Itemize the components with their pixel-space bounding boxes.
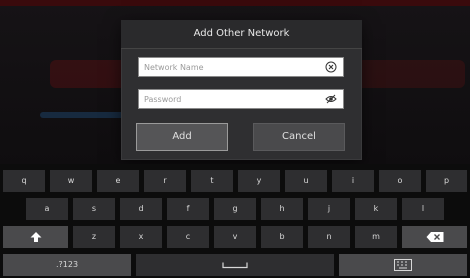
key-p[interactable]: p bbox=[426, 170, 467, 192]
add-network-dialog: Add Other Network Add Cancel bbox=[121, 20, 362, 160]
key-a[interactable]: a bbox=[26, 198, 68, 220]
key-b[interactable]: b bbox=[261, 226, 303, 248]
key-z[interactable]: z bbox=[73, 226, 115, 248]
eye-icon[interactable] bbox=[325, 93, 337, 105]
cancel-button[interactable]: Cancel bbox=[253, 123, 345, 151]
add-button[interactable]: Add bbox=[136, 123, 228, 151]
close-circle-icon[interactable] bbox=[325, 61, 337, 73]
space-key[interactable] bbox=[136, 254, 334, 276]
shift-key[interactable] bbox=[3, 226, 68, 248]
password-input[interactable] bbox=[144, 90, 314, 108]
shift-arrow-icon bbox=[30, 232, 41, 242]
key-d[interactable]: d bbox=[120, 198, 162, 220]
background-tab-right bbox=[355, 60, 465, 88]
key-l[interactable]: l bbox=[402, 198, 444, 220]
key-u[interactable]: u bbox=[285, 170, 327, 192]
password-field[interactable] bbox=[138, 89, 344, 109]
dialog-title: Add Other Network bbox=[121, 20, 362, 49]
key-q[interactable]: q bbox=[3, 170, 45, 192]
key-c[interactable]: c bbox=[167, 226, 209, 248]
key-k[interactable]: k bbox=[355, 198, 397, 220]
on-screen-keyboard: q w e r t y u i o p a s d f g h j k l z … bbox=[0, 164, 470, 278]
key-f[interactable]: f bbox=[167, 198, 209, 220]
key-t[interactable]: t bbox=[191, 170, 233, 192]
key-j[interactable]: j bbox=[308, 198, 350, 220]
key-o[interactable]: o bbox=[379, 170, 421, 192]
key-h[interactable]: h bbox=[261, 198, 303, 220]
key-e[interactable]: e bbox=[97, 170, 139, 192]
key-i[interactable]: i bbox=[332, 170, 374, 192]
keyboard-icon bbox=[394, 259, 412, 271]
background-header-bar bbox=[0, 0, 470, 6]
key-x[interactable]: x bbox=[120, 226, 162, 248]
network-name-field[interactable] bbox=[138, 57, 344, 77]
key-n[interactable]: n bbox=[308, 226, 350, 248]
hide-keyboard-key[interactable] bbox=[339, 254, 467, 276]
key-m[interactable]: m bbox=[355, 226, 397, 248]
key-s[interactable]: s bbox=[73, 198, 115, 220]
symbols-key[interactable]: .?123 bbox=[3, 254, 131, 276]
key-y[interactable]: y bbox=[238, 170, 280, 192]
key-g[interactable]: g bbox=[214, 198, 256, 220]
network-name-input[interactable] bbox=[144, 58, 314, 76]
backspace-icon bbox=[426, 232, 443, 242]
key-w[interactable]: w bbox=[50, 170, 92, 192]
space-bar-icon bbox=[222, 262, 248, 269]
backspace-key[interactable] bbox=[402, 226, 467, 248]
key-r[interactable]: r bbox=[144, 170, 186, 192]
key-v[interactable]: v bbox=[214, 226, 256, 248]
